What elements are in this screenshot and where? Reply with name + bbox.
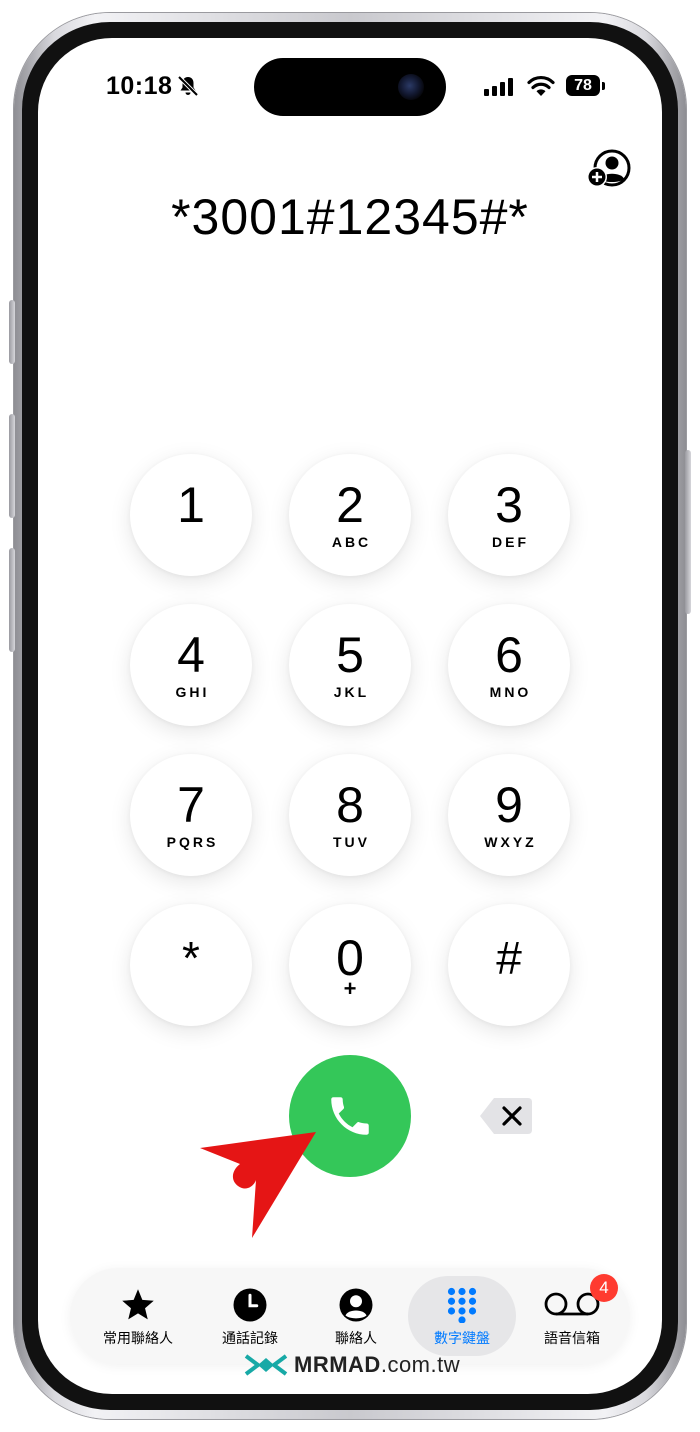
volume-up-button <box>9 414 15 518</box>
key-letters: WXYZ <box>484 834 537 850</box>
phone-icon <box>331 1097 369 1135</box>
wifi-icon <box>527 75 555 96</box>
key-1[interactable]: 1 <box>130 454 252 576</box>
tab-label: 聯絡人 <box>335 1330 377 1346</box>
bell-slash-icon <box>177 75 199 97</box>
annotation-arrow <box>200 1132 316 1238</box>
key-digit: 2 <box>336 477 364 533</box>
key-2[interactable]: 2 ABC <box>289 454 411 576</box>
key-letters <box>508 987 511 1003</box>
key-7[interactable]: 7 PQRS <box>130 754 252 876</box>
battery-icon: 78 <box>566 75 600 96</box>
front-camera <box>398 74 424 100</box>
key-0[interactable]: 0 + <box>289 904 411 1026</box>
key-letters: ABC <box>331 534 372 550</box>
key-letters: DEF <box>492 534 529 550</box>
watermark-text: MRMAD.com.tw <box>294 1352 460 1378</box>
key-3[interactable]: 3 DEF <box>448 454 570 576</box>
tab-label: 數字鍵盤 <box>434 1330 490 1346</box>
battery-tip <box>602 82 605 90</box>
key-8[interactable]: 8 TUV <box>289 754 411 876</box>
delete-icon[interactable] <box>478 1096 534 1136</box>
tab-favorites[interactable]: 常用聯絡人 <box>84 1276 192 1356</box>
key-star[interactable]: * <box>130 904 252 1026</box>
star-icon <box>122 1289 154 1320</box>
mrmad-logo-icon <box>244 1354 288 1376</box>
key-5[interactable]: 5 JKL <box>289 604 411 726</box>
key-letters: TUV <box>333 834 370 850</box>
voicemail-badge: 4 <box>590 1274 618 1302</box>
phone-screen: 10:18 78 *3001#12345#* 1 2 ABC 3 DEF 4 GHI … <box>38 38 662 1394</box>
clock-icon <box>233 1288 267 1322</box>
key-digit: * <box>182 932 200 984</box>
key-letters <box>190 987 193 1003</box>
tab-bar: 常用聯絡人 通話記錄 聯絡人 數字鍵盤 語音信箱 4 <box>70 1268 630 1364</box>
key-hash[interactable]: # <box>448 904 570 1026</box>
action-button <box>9 300 15 364</box>
key-letters <box>190 534 193 550</box>
tab-label: 通話記錄 <box>222 1330 278 1346</box>
watermark-domain: .com.tw <box>380 1352 461 1377</box>
person-circle-icon <box>339 1288 373 1322</box>
key-digit: 4 <box>177 627 205 683</box>
cellular-signal-icon <box>484 78 513 96</box>
key-digit: 5 <box>336 627 364 683</box>
tab-label: 語音信箱 <box>544 1330 600 1346</box>
tab-contacts[interactable]: 聯絡人 <box>302 1276 410 1356</box>
side-button <box>685 450 691 614</box>
watermark-brand: MRMAD <box>294 1352 381 1377</box>
key-letters: MNO <box>489 684 532 700</box>
volume-down-button <box>9 548 15 652</box>
key-letters: PQRS <box>166 834 219 850</box>
key-digit: 7 <box>177 777 205 833</box>
key-digit: 9 <box>495 777 523 833</box>
keypad-icon <box>447 1287 477 1323</box>
key-digit: 6 <box>495 627 523 683</box>
key-digit: 3 <box>495 477 523 533</box>
key-9[interactable]: 9 WXYZ <box>448 754 570 876</box>
tab-recents[interactable]: 通話記錄 <box>196 1276 304 1356</box>
key-letters: JKL <box>333 684 370 700</box>
status-time: 10:18 <box>106 72 173 100</box>
key-letters: + <box>343 976 357 1001</box>
key-digit: 8 <box>336 777 364 833</box>
key-digit: 1 <box>177 477 205 533</box>
key-6[interactable]: 6 MNO <box>448 604 570 726</box>
keypad: 1 2 ABC 3 DEF 4 GHI 5 JKL 6 MNO 7 PQRS 8 TUV 9W… <box>130 454 570 1026</box>
person-plus-icon[interactable] <box>586 148 634 190</box>
key-letters: GHI <box>175 684 210 700</box>
key-digit: # <box>496 932 522 984</box>
tab-keypad[interactable]: 數字鍵盤 <box>408 1276 516 1356</box>
key-4[interactable]: 4 GHI <box>130 604 252 726</box>
dialed-number: *3001#12345#* <box>171 189 529 245</box>
watermark: MRMAD.com.tw <box>244 1352 460 1378</box>
tab-voicemail[interactable]: 語音信箱 4 <box>518 1274 626 1356</box>
tab-label: 常用聯絡人 <box>103 1330 173 1346</box>
dynamic-island <box>254 58 446 116</box>
